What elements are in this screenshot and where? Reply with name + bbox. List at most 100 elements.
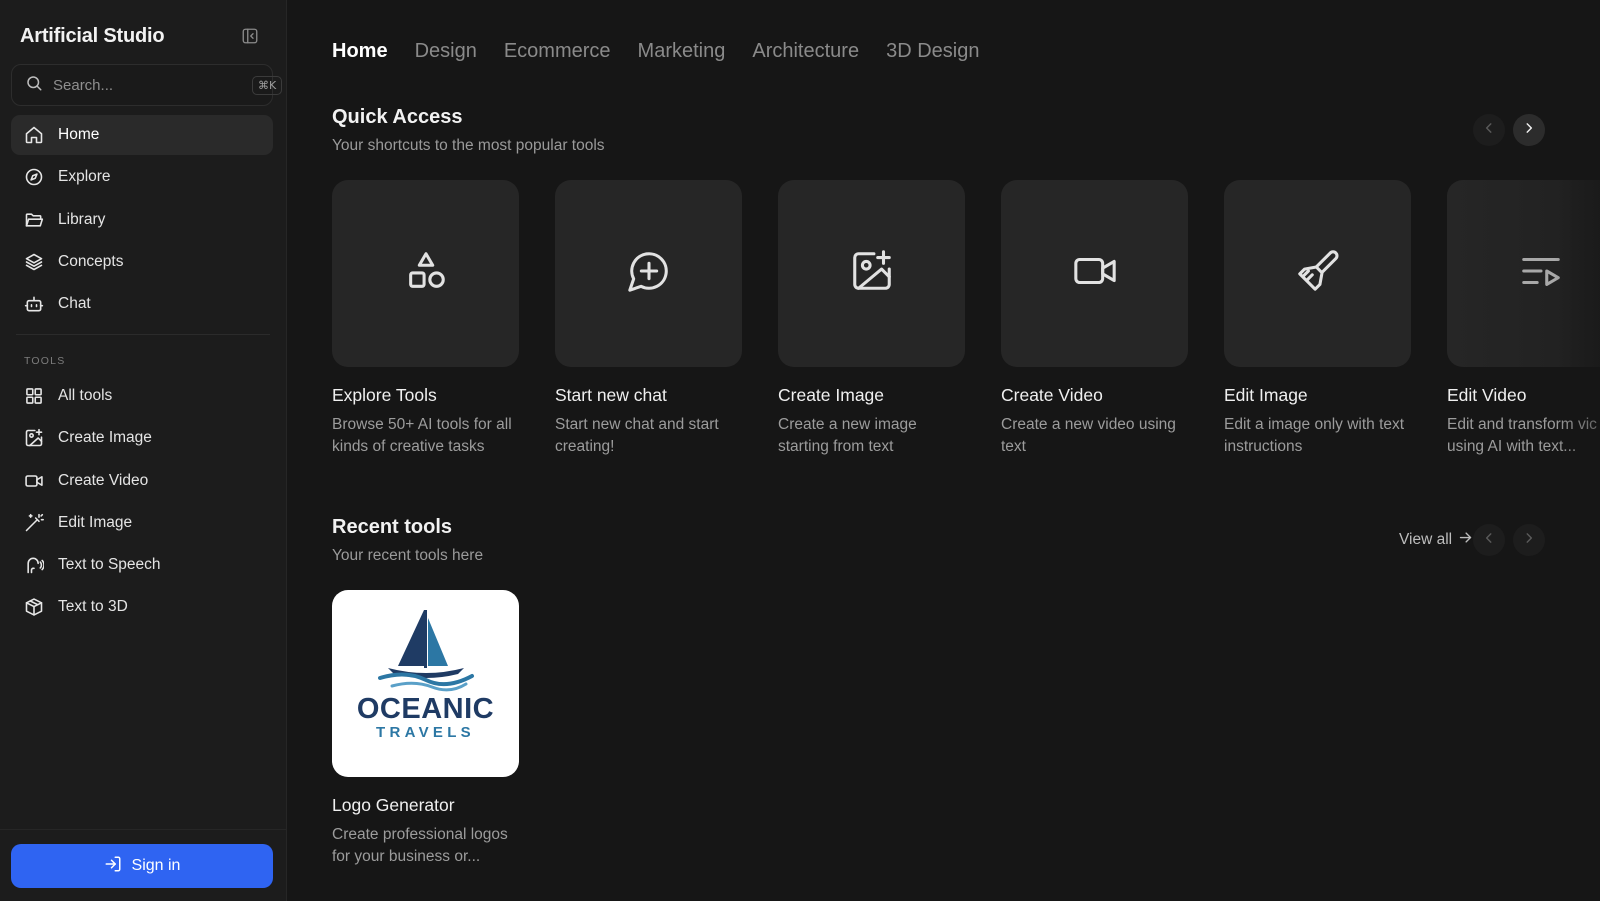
tab-3d-design[interactable]: 3D Design [886,40,979,63]
nav-item-home[interactable]: Home [11,115,273,155]
card-tile [778,180,965,367]
card-title: Edit Image [1224,385,1308,405]
sailboat-logo-icon [377,610,474,692]
quick-card-edit-video[interactable]: Edit Video Edit and transform vic using … [1447,180,1600,458]
nav-item-library[interactable]: Library [11,200,273,240]
chevron-right-icon [1522,531,1536,550]
card-desc: Browse 50+ AI tools for all kinds of cre… [332,416,512,455]
tool-item-text-to-3d[interactable]: Text to 3D [11,587,273,627]
chevron-right-icon [1522,121,1536,140]
logo-preview-image: OCEANIC TRAVELS [332,590,519,777]
card-desc: Edit and transform vic using AI with tex… [1447,414,1600,458]
compass-icon [24,167,44,187]
quick-access-next-button[interactable] [1513,114,1545,146]
bot-icon [24,294,44,314]
search-shortcut-badge: ⌘K [252,75,283,95]
shapes-icon [403,248,449,299]
sign-in-label: Sign in [131,857,181,874]
search-box[interactable]: ⌘K [11,64,283,106]
list-video-icon [1518,248,1564,299]
message-plus-icon [626,248,672,299]
quick-card-create-video[interactable]: Create Video Create a new video using te… [1001,180,1188,458]
cube-icon [24,597,44,617]
recent-card-logo-generator[interactable]: OCEANIC TRAVELS Logo Generator Create pr… [332,590,519,868]
quick-access-prev-button[interactable] [1473,114,1505,146]
tab-architecture[interactable]: Architecture [752,40,859,63]
view-all-link[interactable]: View all [1399,530,1473,550]
tool-item-edit-image[interactable]: Edit Image [11,503,273,543]
card-tile [1001,180,1188,367]
speech-icon [24,555,44,575]
recent-tools-subtitle: Your recent tools here [332,547,484,564]
main-content: Home Design Ecommerce Marketing Architec… [287,0,1600,901]
nav-item-label: Home [58,126,100,143]
quick-access-subtitle: Your shortcuts to the most popular tools [332,137,605,154]
image-plus-icon [24,428,44,448]
arrow-right-icon [1458,530,1473,550]
tab-marketing[interactable]: Marketing [638,40,726,63]
category-tabs: Home Design Ecommerce Marketing Architec… [332,40,979,63]
quick-card-explore-tools[interactable]: Explore Tools Browse 50+ AI tools for al… [332,180,519,458]
brand-row: Artificial Studio [20,22,260,50]
tab-ecommerce[interactable]: Ecommerce [504,40,611,63]
card-title: Logo Generator [332,795,455,815]
app-root: Artificial Studio ⌘K Home [0,0,1600,901]
card-tile [332,180,519,367]
nav-item-label: Concepts [58,252,124,270]
recent-tools-title: Recent tools [332,516,453,538]
card-title: Start new chat [555,385,667,405]
sidebar-collapse-icon[interactable] [240,26,260,46]
card-title: Explore Tools [332,385,437,405]
search-icon [25,74,43,97]
grid-icon [24,386,44,406]
logo-wordmark: OCEANIC [356,693,495,725]
folder-icon [24,210,44,230]
nav-item-label: Chat [58,295,91,313]
tools-nav: All tools Create Image Create Video Edit… [11,376,273,630]
tool-item-label: All tools [58,387,113,404]
search-input[interactable] [53,76,252,94]
card-desc: Start new chat and start creating! [555,416,719,455]
card-desc-line: Edit and transform vic [1447,416,1597,433]
nav-item-explore[interactable]: Explore [11,157,273,197]
quick-access-header: Quick Access Your shortcuts to the most … [332,106,605,155]
quick-card-edit-image[interactable]: Edit Image Edit a image only with text i… [1224,180,1411,458]
card-title: Create Image [778,385,885,405]
quick-card-start-new-chat[interactable]: Start new chat Start new chat and start … [555,180,742,458]
sign-in-button[interactable]: Sign in [11,844,273,888]
tool-item-label: Text to 3D [58,598,128,616]
nav-item-chat[interactable]: Chat [11,284,273,324]
wand-icon [24,513,44,533]
image-plus-icon [849,248,895,299]
recent-next-button[interactable] [1513,524,1545,556]
chevron-left-icon [1482,531,1496,550]
quick-access-cards: Explore Tools Browse 50+ AI tools for al… [332,180,1600,458]
quick-card-create-image[interactable]: Create Image Create a new image starting… [778,180,965,458]
card-tile [555,180,742,367]
tool-item-create-image[interactable]: Create Image [11,418,273,458]
card-desc: Edit a image only with text instructions [1224,416,1405,455]
chevron-left-icon [1482,121,1496,140]
sidebar-footer-divider [0,829,287,830]
brush-icon [1295,248,1341,299]
tool-item-label: Create Video [58,471,149,489]
tool-item-all-tools[interactable]: All tools [11,376,273,416]
tab-home[interactable]: Home [332,40,388,63]
card-tile [1224,180,1411,367]
card-tile [1447,180,1600,367]
card-desc-line: using AI with text... [1447,438,1577,455]
recent-prev-button[interactable] [1473,524,1505,556]
view-all-label: View all [1399,531,1453,548]
quick-access-title: Quick Access [332,106,463,128]
brand-title: Artificial Studio [20,24,165,47]
card-desc: Create professional logos for your busin… [332,826,508,865]
nav-item-label: Library [58,210,106,228]
tab-design[interactable]: Design [415,40,477,63]
card-title: Edit Video [1447,385,1527,405]
tool-item-text-to-speech[interactable]: Text to Speech [11,545,273,585]
nav-item-concepts[interactable]: Concepts [11,242,273,282]
tool-item-label: Edit Image [58,513,133,531]
tool-item-create-video[interactable]: Create Video [11,461,273,501]
tool-item-label: Create Image [58,429,152,447]
sign-in-icon [104,855,122,878]
